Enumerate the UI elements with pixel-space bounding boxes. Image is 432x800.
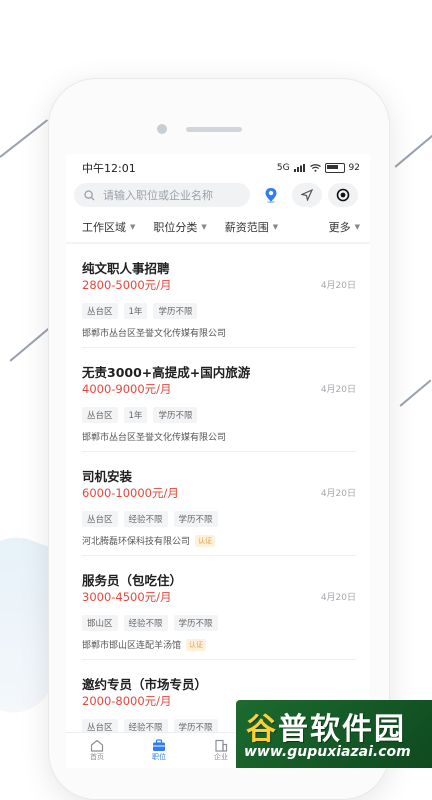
- job-salary: 2800-5000元/月: [82, 278, 172, 292]
- job-date: 4月20日: [320, 593, 356, 603]
- company-name: 邯郸市丛台区圣誉文化传媒有限公司: [82, 329, 227, 339]
- decor-line: [0, 119, 48, 158]
- status-bar: 中午12:01 5G 92: [66, 154, 370, 182]
- job-card[interactable]: 无责3000+高提成+国内旅游 4月20日 4000-9000元/月 丛台区 1…: [82, 348, 356, 452]
- watermark-title: 谷普软件园: [246, 704, 406, 748]
- tag-row: 丛台区 经验不限 学历不限: [82, 511, 218, 527]
- triangle-down-icon: ▼: [354, 223, 360, 231]
- verified-badge: 认证: [186, 638, 207, 651]
- tab-label: 职位: [152, 753, 166, 761]
- filter-job-category[interactable]: 职位分类 ▼: [153, 219, 206, 235]
- briefcase-icon: [153, 739, 165, 751]
- company-row: 邯郸市丛台区圣誉文化传媒有限公司: [82, 430, 226, 443]
- company-row: 河北腾磊环保科技有限公司 认证: [82, 534, 216, 547]
- filter-label: 工作区域: [82, 221, 126, 234]
- job-tag: 1年: [123, 303, 148, 319]
- triangle-down-icon: ▼: [130, 223, 136, 231]
- job-salary: 4000-9000元/月: [82, 382, 172, 396]
- job-tag: 丛台区: [82, 407, 118, 423]
- wifi-icon: [309, 164, 321, 172]
- tab-jobs[interactable]: 职位: [142, 733, 176, 768]
- job-tag: 学历不限: [173, 615, 218, 631]
- record-icon: [336, 188, 350, 202]
- job-date: 4月20日: [320, 281, 356, 291]
- job-title: 服务员（包吃住）: [82, 573, 183, 588]
- status-icons: 5G 92: [277, 163, 360, 173]
- job-tag: 邯山区: [82, 615, 118, 631]
- job-date: 4月20日: [320, 489, 356, 499]
- job-card[interactable]: 司机安装 4月20日 6000-10000元/月 丛台区 经验不限 学历不限 河…: [82, 452, 356, 556]
- job-title: 纯文职人事招聘: [82, 261, 170, 276]
- filter-more[interactable]: 更多 ▼: [329, 219, 360, 235]
- building-icon: [215, 739, 228, 752]
- job-tag: 丛台区: [82, 511, 118, 527]
- battery-icon: [324, 163, 345, 173]
- filter-salary-range[interactable]: 薪资范围 ▼: [225, 219, 278, 235]
- watermark-title-accent: 谷: [246, 712, 278, 747]
- tab-home[interactable]: 首页: [80, 733, 114, 768]
- tab-label: 首页: [90, 753, 104, 761]
- app-screen: 中午12:01 5G 92 请输入职位或企业名称 工作区域 ▼ 职位分类 ▼ 薪…: [66, 154, 370, 768]
- company-row: 邯郸市丛台区圣誉文化传媒有限公司: [82, 326, 226, 339]
- home-icon: [90, 739, 104, 752]
- filter-label: 更多: [328, 221, 351, 234]
- filter-work-area[interactable]: 工作区域 ▼: [82, 219, 135, 235]
- tag-row: 丛台区 1年 学历不限: [82, 407, 198, 423]
- tag-row: 邯山区 经验不限 学历不限: [82, 615, 218, 631]
- job-tag: 经验不限: [123, 615, 168, 631]
- filter-label: 职位分类: [153, 221, 198, 234]
- navigate-button[interactable]: [292, 183, 322, 207]
- job-title: 司机安装: [82, 469, 133, 484]
- scan-button[interactable]: [328, 183, 358, 207]
- job-list: 纯文职人事招聘 4月20日 2800-5000元/月 丛台区 1年 学历不限 邯…: [66, 244, 370, 764]
- watermark-logo: 谷普软件园 www.gupuxiazai.com: [236, 700, 432, 768]
- decor-line: [399, 379, 432, 407]
- tab-label: 企业: [214, 753, 228, 761]
- job-title: 无责3000+高提成+国内旅游: [82, 365, 251, 380]
- phone-speaker: [186, 127, 242, 132]
- job-salary: 6000-10000元/月: [82, 486, 179, 500]
- navigation-arrow-icon: [301, 189, 313, 201]
- job-tag: 学历不限: [173, 511, 218, 527]
- watermark-title-rest: 普软件园: [278, 712, 406, 747]
- filter-label: 薪资范围: [224, 221, 269, 234]
- job-tag: 经验不限: [123, 511, 168, 527]
- phone-camera: [157, 124, 167, 134]
- location-pin-icon: [265, 188, 277, 203]
- company-name: 河北腾磊环保科技有限公司: [82, 537, 191, 547]
- company-row: 邯郸市邯山区连配羊汤馆 认证: [82, 638, 207, 651]
- search-placeholder: 请输入职位或企业名称: [103, 189, 213, 202]
- job-tag: 学历不限: [153, 303, 198, 319]
- job-tag: 1年: [123, 407, 148, 423]
- triangle-down-icon: ▼: [272, 223, 279, 231]
- job-date: 4月20日: [320, 385, 356, 395]
- search-icon: [84, 189, 95, 200]
- job-tag: 丛台区: [82, 303, 118, 319]
- job-title: 邀约专员（市场专员）: [82, 677, 208, 692]
- job-card[interactable]: 服务员（包吃住） 4月20日 3000-4500元/月 邯山区 经验不限 学历不…: [82, 556, 356, 660]
- verified-badge: 认证: [195, 534, 216, 547]
- company-name: 邯郸市丛台区圣誉文化传媒有限公司: [82, 433, 227, 443]
- location-pin-button[interactable]: [256, 183, 286, 207]
- job-salary: 2000-8000元/月: [82, 694, 172, 708]
- triangle-down-icon: ▼: [201, 223, 207, 231]
- status-time: 中午12:01: [82, 162, 136, 175]
- signal-icon: [293, 164, 305, 172]
- tag-row: 丛台区 1年 学历不限: [82, 303, 198, 319]
- job-tag: 学历不限: [153, 407, 198, 423]
- job-card[interactable]: 纯文职人事招聘 4月20日 2800-5000元/月 丛台区 1年 学历不限 邯…: [82, 244, 356, 348]
- job-salary: 3000-4500元/月: [82, 590, 172, 604]
- decor-line: [394, 134, 432, 168]
- search-input[interactable]: 请输入职位或企业名称: [74, 183, 250, 207]
- search-row: 请输入职位或企业名称: [74, 182, 364, 208]
- signal-label: 5G: [276, 163, 290, 173]
- tab-company[interactable]: 企业: [204, 733, 238, 768]
- company-name: 邯郸市邯山区连配羊汤馆: [82, 641, 182, 651]
- battery-level: 92: [348, 163, 360, 173]
- watermark-url: www.gupuxiazai.com: [244, 744, 411, 760]
- filter-bar: 工作区域 ▼ 职位分类 ▼ 薪资范围 ▼ 更多 ▼: [66, 214, 370, 240]
